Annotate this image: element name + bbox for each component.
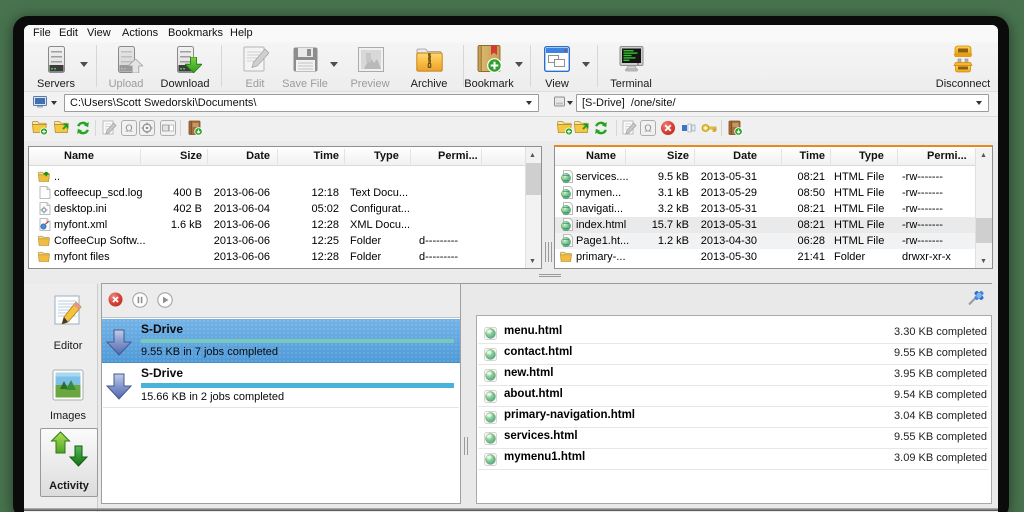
svg-text:Ω: Ω: [125, 124, 133, 135]
svg-text:Ω: Ω: [644, 124, 652, 135]
